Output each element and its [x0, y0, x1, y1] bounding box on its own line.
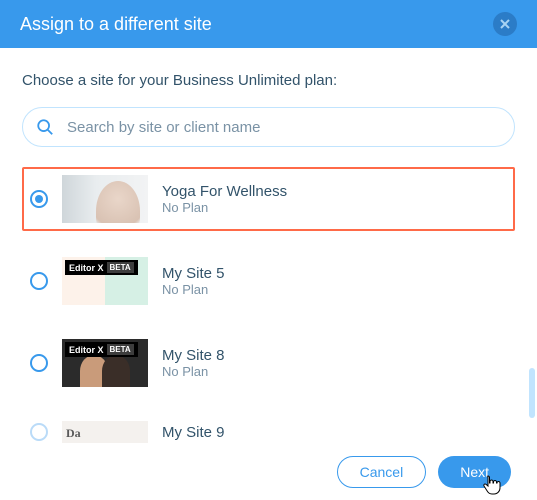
- modal-title: Assign to a different site: [20, 14, 212, 35]
- search-field: [22, 107, 515, 147]
- site-info: My Site 9: [162, 424, 225, 441]
- site-thumbnail: Da: [62, 421, 148, 443]
- editor-x-badge: Editor XBETA: [65, 260, 138, 275]
- modal-header: Assign to a different site: [0, 0, 537, 48]
- site-info: Yoga For Wellness No Plan: [162, 183, 287, 215]
- site-row-yoga-for-wellness[interactable]: Yoga For Wellness No Plan: [22, 167, 515, 231]
- search-icon: [36, 118, 54, 136]
- site-row-my-site-9[interactable]: Da My Site 9: [22, 413, 515, 445]
- site-list: Yoga For Wellness No Plan Editor XBETA M…: [22, 167, 515, 445]
- site-name: My Site 5: [162, 265, 225, 282]
- scrollbar-thumb[interactable]: [529, 368, 535, 418]
- next-button[interactable]: Next: [438, 456, 511, 488]
- modal-body: Choose a site for your Business Unlimite…: [0, 48, 537, 500]
- site-name: My Site 8: [162, 347, 225, 364]
- radio-selected[interactable]: [30, 190, 48, 208]
- close-button[interactable]: [493, 12, 517, 36]
- radio-unselected[interactable]: [30, 423, 48, 441]
- site-name: My Site 9: [162, 424, 225, 441]
- radio-unselected[interactable]: [30, 272, 48, 290]
- site-thumbnail: [62, 175, 148, 223]
- site-info: My Site 8 No Plan: [162, 347, 225, 379]
- prompt-text: Choose a site for your Business Unlimite…: [22, 72, 515, 89]
- site-plan: No Plan: [162, 364, 225, 379]
- radio-unselected[interactable]: [30, 354, 48, 372]
- site-thumbnail: Editor XBETA: [62, 339, 148, 387]
- site-plan: No Plan: [162, 282, 225, 297]
- site-info: My Site 5 No Plan: [162, 265, 225, 297]
- search-input[interactable]: [22, 107, 515, 147]
- cancel-button[interactable]: Cancel: [337, 456, 427, 488]
- site-row-my-site-5[interactable]: Editor XBETA My Site 5 No Plan: [22, 249, 515, 313]
- site-row-my-site-8[interactable]: Editor XBETA My Site 8 No Plan: [22, 331, 515, 395]
- modal-footer: Cancel Next: [337, 456, 511, 488]
- site-name: Yoga For Wellness: [162, 183, 287, 200]
- assign-site-modal: Assign to a different site Choose a site…: [0, 0, 537, 500]
- editor-x-badge: Editor XBETA: [65, 342, 138, 357]
- close-icon: [500, 19, 510, 29]
- site-thumbnail: Editor XBETA: [62, 257, 148, 305]
- site-plan: No Plan: [162, 200, 287, 215]
